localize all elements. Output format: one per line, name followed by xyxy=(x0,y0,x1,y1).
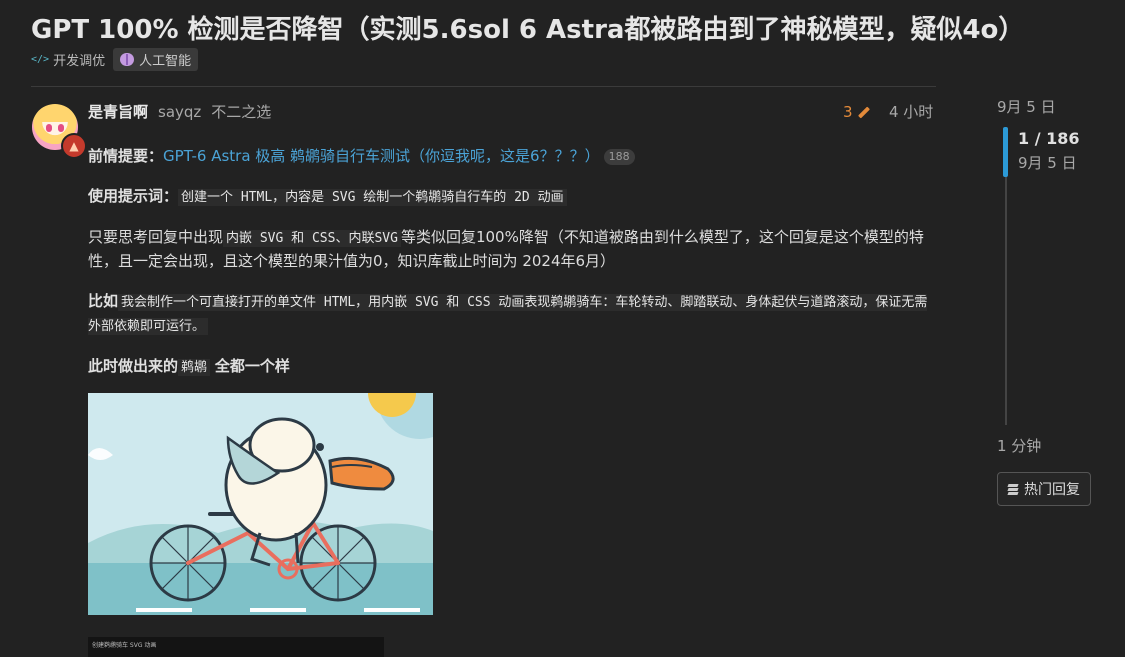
edit-history-button[interactable]: 3 xyxy=(843,101,870,123)
rule-code: 内嵌 SVG 和 CSS、内联SVG xyxy=(223,230,401,247)
post-body: 前情提要：GPT-6 Astra 极高 鹈鹕骑自行车测试（你逗我呢，这是6？？？… xyxy=(88,145,938,396)
result-text-b: 全都一个样 xyxy=(214,357,290,375)
hot-replies-button[interactable]: 热门回复 xyxy=(997,472,1091,506)
category-link[interactable]: </> 开发调优 xyxy=(31,50,105,69)
title-divider xyxy=(31,86,936,87)
author-name[interactable]: 是青旨啊 xyxy=(88,101,148,123)
prompt-code: 创建一个 HTML，内容是 SVG 绘制一个鹈鹕骑自行车的 2D 动画 xyxy=(178,189,567,206)
rule-text-a: 只要思考回复中出现 xyxy=(88,228,224,246)
click-count-badge: 188 xyxy=(603,148,635,165)
hot-replies-label: 热门回复 xyxy=(1024,482,1080,498)
avatar-eye-right xyxy=(58,124,64,132)
flame-icon: ▲ xyxy=(61,133,87,159)
timeline-current-date: 9月 5 日 xyxy=(1018,154,1077,172)
paragraph-background: 前情提要：GPT-6 Astra 极高 鹈鹕骑自行车测试（你逗我呢，这是6？？？… xyxy=(88,145,938,168)
pelican-bicycle-illustration xyxy=(88,393,433,615)
tag-label: 人工智能 xyxy=(139,54,192,69)
topic-meta: </> 开发调优 人工智能 xyxy=(31,48,199,71)
background-label: 前情提要： xyxy=(88,147,164,165)
paragraph-example: 比如 我会制作一个可直接打开的单文件 HTML，用内嵌 SVG 和 CSS 动画表… xyxy=(88,290,938,338)
prompt-label: 使用提示词： xyxy=(88,187,179,205)
paragraph-rule: 只要思考回复中出现 内嵌 SVG 和 CSS、内联SVG 等类似回复100%降智（不… xyxy=(88,226,938,273)
background-link[interactable]: GPT-6 Astra 极高 鹈鹕骑自行车测试（你逗我呢，这是6？？？） xyxy=(163,147,600,165)
post-author: 是青旨啊 sayqz 不二之选 xyxy=(88,101,271,123)
avatar-eye-left xyxy=(46,124,52,132)
avatar-hair xyxy=(36,106,74,122)
topic-title[interactable]: GPT 100% 检测是否降智（实测5.6sol 6 Astra都被路由到了神秘… xyxy=(31,12,1121,48)
code-icon: </> xyxy=(31,54,50,65)
timeline-scroll-handle[interactable] xyxy=(1003,127,1008,177)
screenshot-caption: 创建鹈鹕骑车 SVG 动画 xyxy=(92,642,157,649)
pencil-icon xyxy=(857,105,870,119)
layers-icon xyxy=(1007,484,1019,495)
edit-count: 3 xyxy=(843,103,853,121)
author-handle[interactable]: sayqz xyxy=(158,101,201,123)
result-text-a: 此时做出来的 xyxy=(88,357,179,375)
tag-ai[interactable]: 人工智能 xyxy=(113,48,199,71)
paragraph-result: 此时做出来的 鹈鹕 全都一个样 xyxy=(88,355,938,379)
example-label: 比如 xyxy=(88,292,119,310)
result-code: 鹈鹕 xyxy=(178,359,211,376)
timeline-start-date[interactable]: 9月 5 日 xyxy=(997,96,1056,117)
post-age[interactable]: 4 小时 xyxy=(889,101,933,123)
screenshot-image[interactable]: 创建鹈鹕骑车 SVG 动画 xyxy=(88,637,384,657)
category-label: 开发调优 xyxy=(53,54,106,69)
paragraph-prompt: 使用提示词： 创建一个 HTML，内容是 SVG 绘制一个鹈鹕骑自行车的 2D 动… xyxy=(88,185,938,209)
timeline-end-label[interactable]: 1 分钟 xyxy=(997,435,1041,456)
pelican-image[interactable] xyxy=(88,393,433,615)
author-title: 不二之选 xyxy=(211,103,272,121)
brain-icon xyxy=(120,53,135,66)
timeline-position: 1 / 186 xyxy=(1018,129,1080,148)
example-code: 我会制作一个可直接打开的单文件 HTML，用内嵌 SVG 和 CSS 动画表现鹈… xyxy=(88,294,928,335)
